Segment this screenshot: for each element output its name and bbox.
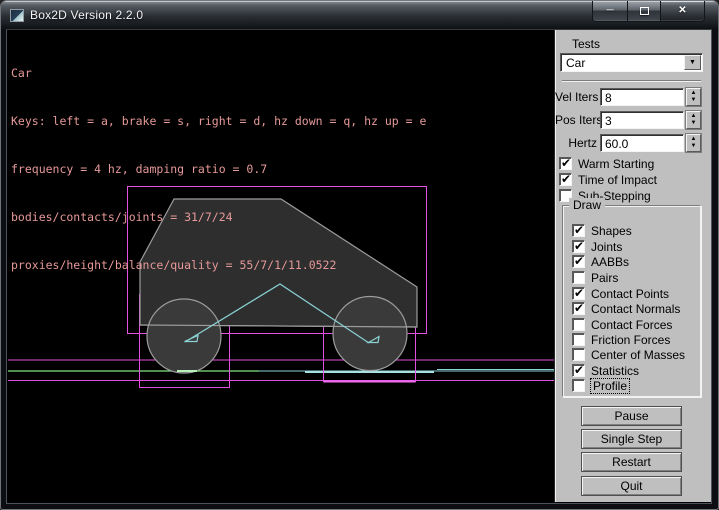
chevron-down-icon: ▼ (689, 59, 696, 66)
pos-iters-arrows[interactable]: ▲ ▼ (686, 111, 701, 129)
hertz-input[interactable]: 60.0 (600, 134, 684, 152)
check-icon: ✔ (574, 363, 584, 377)
spinner-down-icon[interactable]: ▼ (687, 97, 700, 104)
stats-line-title: Car (11, 65, 426, 81)
simulation-canvas[interactable]: Car Keys: left = a, brake = s, right = d… (7, 30, 554, 502)
checkbox-label: Warm Starting (578, 157, 654, 171)
checkbox-label: Shapes (591, 224, 632, 238)
checkbox-label: Contact Points (591, 287, 669, 301)
check-icon: ✔ (574, 254, 584, 268)
checkbox-box[interactable]: ✔ (572, 255, 585, 268)
checkbox-label: Center of Masses (591, 348, 685, 362)
right-wheel (333, 297, 407, 371)
checkbox-box[interactable] (572, 379, 585, 392)
checkbox-box[interactable]: ✔ (572, 240, 585, 253)
spinner-down-icon[interactable]: ▼ (687, 143, 700, 150)
checkbox-label: Friction Forces (591, 333, 670, 347)
single-step-button[interactable]: Single Step (581, 429, 682, 449)
checkbox-label: AABBs (591, 255, 629, 269)
box2d-window: Box2D Version 2.2.0 ─ ✕ (0, 0, 719, 510)
control-panel: Tests Car ▼ Vel Iters 8 ▲ ▼ Pos Iters 3 (554, 30, 711, 502)
left-wheel (147, 299, 221, 373)
window-title: Box2D Version 2.2.0 (30, 8, 143, 22)
pos-iters-spinner: Pos Iters 3 ▲ ▼ (555, 111, 712, 129)
pause-button[interactable]: Pause (581, 406, 682, 426)
checkbox-box[interactable] (572, 271, 585, 284)
minimize-icon: ─ (606, 6, 613, 16)
stats-line-frequency: frequency = 4 hz, damping ratio = 0.7 (11, 161, 426, 177)
checkbox-label: Time of Impact (578, 173, 657, 187)
vel-iters-label: Vel Iters (555, 90, 597, 104)
checkbox-label: Contact Forces (591, 318, 672, 332)
check-icon: ✔ (574, 239, 584, 253)
checkbox-box[interactable]: ✔ (572, 364, 585, 377)
spinner-up-icon[interactable]: ▲ (687, 90, 700, 97)
stats-overlay: Car Keys: left = a, brake = s, right = d… (11, 33, 426, 305)
checkbox-label: Statistics (591, 364, 639, 378)
checkbox-label: Profile (591, 379, 629, 393)
vel-iters-arrows[interactable]: ▲ ▼ (686, 88, 701, 106)
checkbox-label: Contact Normals (591, 302, 680, 316)
checkbox-box[interactable]: ✔ (572, 224, 585, 237)
restart-button[interactable]: Restart (581, 452, 682, 472)
checkbox-box[interactable] (572, 348, 585, 361)
maximize-button[interactable] (628, 1, 661, 22)
spinner-up-icon[interactable]: ▲ (687, 113, 700, 120)
titlebar[interactable]: Box2D Version 2.2.0 ─ ✕ (1, 1, 718, 29)
tests-dropdown-button[interactable]: ▼ (684, 55, 701, 70)
checkbox-box[interactable]: ✔ (559, 173, 572, 186)
spinner-down-icon[interactable]: ▼ (687, 120, 700, 127)
app-icon (10, 9, 24, 22)
tests-dropdown-value: Car (566, 56, 585, 70)
client-area: Car Keys: left = a, brake = s, right = d… (6, 29, 712, 504)
caption-buttons: ─ ✕ (592, 1, 705, 23)
stats-line-proxies: proxies/height/balance/quality = 55/7/1/… (11, 257, 426, 273)
checkbox-box[interactable] (572, 333, 585, 346)
minimize-button[interactable]: ─ (592, 1, 628, 22)
separator (562, 80, 701, 82)
checkbox-box[interactable]: ✔ (559, 157, 572, 170)
spinner-up-icon[interactable]: ▲ (687, 136, 700, 143)
tests-label: Tests (572, 37, 600, 51)
hertz-spinner: Hertz 60.0 ▲ ▼ (555, 134, 712, 152)
maximize-icon (640, 7, 649, 15)
pos-iters-label: Pos Iters (555, 113, 597, 127)
checkbox-box[interactable]: ✔ (572, 287, 585, 300)
check-icon: ✔ (574, 286, 584, 300)
close-button[interactable]: ✕ (661, 1, 705, 22)
check-icon: ✔ (574, 301, 584, 315)
tests-dropdown[interactable]: Car ▼ (560, 53, 703, 72)
quit-button[interactable]: Quit (581, 476, 682, 496)
checkbox-box[interactable]: ✔ (572, 302, 585, 315)
check-icon: ✔ (574, 223, 584, 237)
vel-iters-spinner: Vel Iters 8 ▲ ▼ (555, 88, 712, 106)
pos-iters-input[interactable]: 3 (600, 111, 684, 129)
close-icon: ✕ (678, 6, 686, 16)
checkbox-box[interactable] (572, 318, 585, 331)
checkbox-label: Joints (591, 240, 622, 254)
check-icon: ✔ (561, 172, 571, 186)
vel-iters-input[interactable]: 8 (600, 88, 684, 106)
hertz-label: Hertz (555, 136, 597, 150)
checkbox-label: Pairs (591, 271, 618, 285)
hertz-arrows[interactable]: ▲ ▼ (686, 134, 701, 152)
draw-group-label: Draw (569, 198, 605, 212)
check-icon: ✔ (561, 156, 571, 170)
stats-line-bodies: bodies/contacts/joints = 31/7/24 (11, 209, 426, 225)
stats-line-keys: Keys: left = a, brake = s, right = d, hz… (11, 113, 426, 129)
